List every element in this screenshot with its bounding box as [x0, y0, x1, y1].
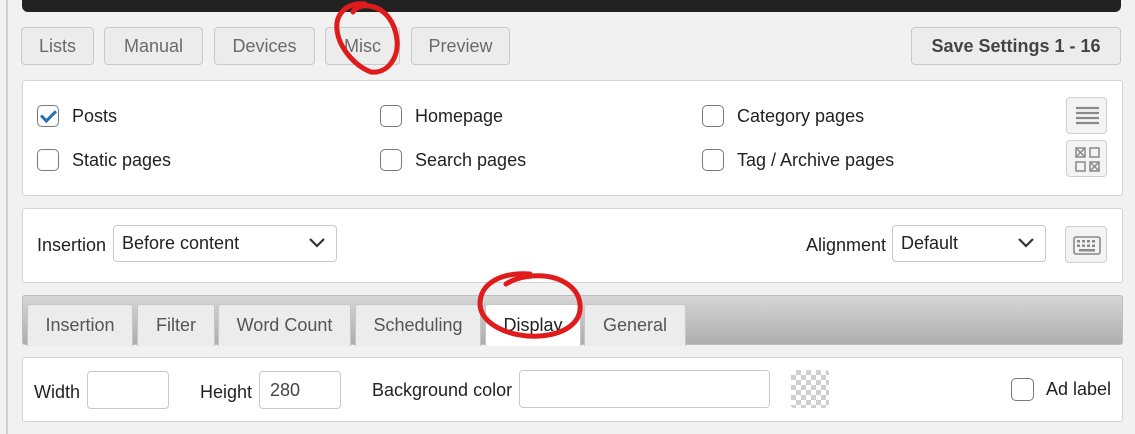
subtab-scheduling[interactable]: Scheduling	[355, 304, 481, 346]
subtab-label: Filter	[156, 315, 196, 335]
tag-archive-pages-label: Tag / Archive pages	[737, 149, 895, 170]
posts-checkbox[interactable]	[37, 105, 59, 127]
settings-tab-strip: Insertion Filter Word Count Scheduling D…	[22, 295, 1123, 346]
static-pages-option[interactable]: Static pages	[37, 149, 171, 171]
tab-devices[interactable]: Devices	[214, 27, 315, 65]
keyboard-icon	[1073, 236, 1101, 255]
insertion-select-value: Before content	[122, 233, 240, 253]
alignment-select-value: Default	[901, 233, 959, 253]
grid-view-button[interactable]	[1066, 140, 1107, 177]
tab-label: Lists	[38, 35, 76, 56]
tab-lists[interactable]: Lists	[21, 27, 94, 65]
category-pages-label: Category pages	[737, 105, 865, 126]
tab-preview[interactable]: Preview	[411, 27, 510, 65]
keyboard-button[interactable]	[1065, 226, 1107, 263]
tab-label: Devices	[232, 35, 297, 56]
subtab-word-count[interactable]: Word Count	[218, 304, 351, 346]
insertion-select[interactable]: Before content	[113, 225, 337, 262]
homepage-label: Homepage	[415, 105, 504, 126]
insertion-label: Insertion	[37, 235, 107, 255]
subtab-label: Display	[503, 315, 563, 335]
search-pages-label: Search pages	[415, 149, 527, 170]
tab-misc[interactable]: Misc	[325, 27, 400, 65]
posts-option[interactable]: Posts	[37, 105, 117, 127]
tag-archive-pages-checkbox[interactable]	[702, 149, 724, 171]
grid-checkbox-icon	[1075, 147, 1100, 172]
chevron-down-icon	[309, 238, 325, 248]
subtab-label: Scheduling	[373, 315, 463, 335]
category-pages-option[interactable]: Category pages	[702, 105, 864, 127]
alignment-select[interactable]: Default	[892, 225, 1046, 262]
ad-label-checkbox[interactable]	[1011, 378, 1034, 401]
background-color-input[interactable]	[519, 370, 770, 408]
subtab-filter[interactable]: Filter	[137, 304, 215, 346]
homepage-checkbox[interactable]	[380, 105, 402, 127]
list-view-button[interactable]	[1066, 97, 1107, 134]
subtab-insertion[interactable]: Insertion	[27, 304, 133, 346]
width-input[interactable]	[87, 371, 169, 409]
static-pages-label: Static pages	[72, 149, 172, 170]
ad-label-option[interactable]: Ad label	[1011, 378, 1111, 401]
ad-label-text: Ad label	[1046, 379, 1112, 399]
tag-archive-pages-option[interactable]: Tag / Archive pages	[702, 149, 894, 171]
height-input[interactable]	[259, 371, 341, 409]
alignment-label: Alignment	[806, 235, 887, 255]
tab-label: Manual	[123, 35, 184, 56]
subtab-display[interactable]: Display	[485, 304, 581, 346]
save-settings-button[interactable]: Save Settings 1 - 16	[911, 27, 1121, 65]
subtab-label: General	[602, 315, 668, 335]
posts-label: Posts	[72, 105, 118, 126]
width-label: Width	[34, 382, 81, 402]
height-label: Height	[200, 382, 253, 402]
tab-label: Misc	[344, 35, 381, 56]
tab-manual[interactable]: Manual	[104, 27, 203, 65]
subtab-general[interactable]: General	[584, 304, 686, 346]
tab-label: Preview	[428, 35, 493, 56]
static-pages-checkbox[interactable]	[37, 149, 59, 171]
category-pages-checkbox[interactable]	[702, 105, 724, 127]
page-types-panel	[22, 80, 1123, 196]
left-border	[6, 0, 8, 434]
search-pages-checkbox[interactable]	[380, 149, 402, 171]
subtab-label: Insertion	[45, 315, 115, 335]
color-picker-swatch[interactable]	[791, 370, 829, 408]
search-pages-option[interactable]: Search pages	[380, 149, 526, 171]
top-dark-bar	[22, 0, 1121, 12]
list-lines-icon	[1076, 106, 1099, 125]
homepage-option[interactable]: Homepage	[380, 105, 503, 127]
background-color-label: Background color	[372, 380, 513, 400]
subtab-label: Word Count	[236, 315, 333, 335]
chevron-down-icon	[1018, 238, 1034, 248]
